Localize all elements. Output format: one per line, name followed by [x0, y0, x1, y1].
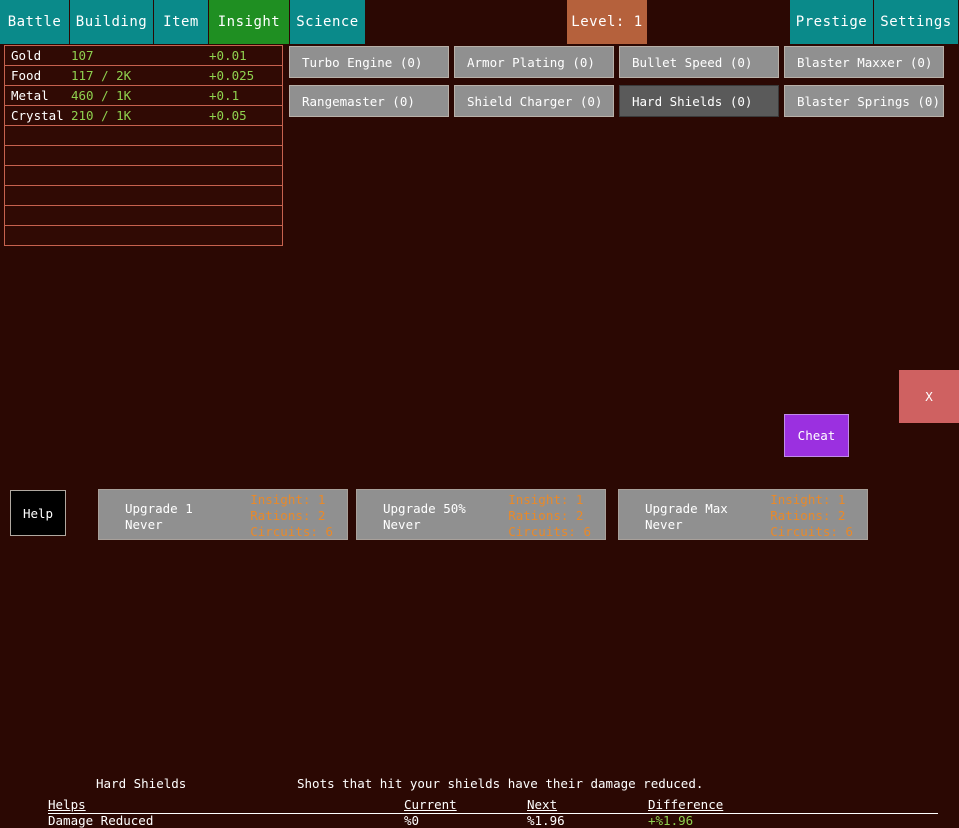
upgrade-cost-item: Rations: 2: [770, 508, 846, 523]
science-button-armor-plating[interactable]: Armor Plating (0): [454, 46, 614, 78]
resource-row: Gold 107 +0.01: [5, 46, 282, 66]
resource-name: Gold: [11, 48, 42, 63]
upgrade-cost-item: Circuits: 6: [770, 524, 853, 539]
resource-row: [5, 226, 282, 246]
upgrade-label-main: Upgrade 50%: [383, 501, 466, 516]
detail-divider: [48, 813, 938, 814]
resource-amount: 117 / 2K: [71, 68, 132, 83]
detail-header-difference: Difference: [648, 797, 724, 812]
resource-name: Crystal: [11, 108, 64, 123]
science-button-bullet-speed[interactable]: Bullet Speed (0): [619, 46, 779, 78]
science-button-blaster-maxxer[interactable]: Blaster Maxxer (0): [784, 46, 944, 78]
science-button-hard-shields[interactable]: Hard Shields (0): [619, 85, 779, 117]
detail-cell-current: %0: [404, 813, 420, 828]
detail-cell-next: %1.96: [527, 813, 565, 828]
top-tab-bar: Battle Building Item Insight Science Level: 1…: [0, 0, 959, 44]
upgrade-label: Upgrade 1 Never: [125, 501, 193, 533]
detail-cell-difference: +%1.96: [648, 813, 694, 828]
resource-amount: 107: [71, 48, 94, 63]
upgrade-cost-item: Rations: 2: [508, 508, 584, 523]
tab-battle[interactable]: Battle: [0, 0, 70, 44]
resource-row: [5, 126, 282, 146]
science-button-blaster-springs[interactable]: Blaster Springs (0): [784, 85, 944, 117]
upgrade-label-sub: Never: [645, 517, 683, 532]
science-button-turbo-engine[interactable]: Turbo Engine (0): [289, 46, 449, 78]
upgrade-button-upgrade-1[interactable]: Upgrade 1 Never Insight: 1 Rations: 2 Circui…: [98, 489, 348, 540]
upgrade-cost-item: Circuits: 6: [508, 524, 591, 539]
upgrade-cost-list: Insight: 1 Rations: 2 Circuits: 6: [508, 492, 591, 540]
upgrade-cost-item: Insight: 1: [770, 492, 846, 507]
level-indicator[interactable]: Level: 1: [567, 0, 647, 44]
upgrade-label: Upgrade 50% Never: [383, 501, 466, 533]
resource-row: [5, 206, 282, 226]
resource-row: Metal 460 / 1K +0.1: [5, 86, 282, 106]
resource-name: Food: [11, 68, 42, 83]
science-button-rangemaster[interactable]: Rangemaster (0): [289, 85, 449, 117]
upgrade-button-upgrade-50-[interactable]: Upgrade 50% Never Insight: 1 Rations: 2 Circ…: [356, 489, 606, 540]
upgrade-cost-item: Circuits: 6: [250, 524, 333, 539]
resource-row: [5, 186, 282, 206]
resource-row: [5, 146, 282, 166]
resource-amount: 460 / 1K: [71, 88, 132, 103]
science-button-shield-charger[interactable]: Shield Charger (0): [454, 85, 614, 117]
upgrade-label: Upgrade Max Never: [645, 501, 728, 533]
detail-title: Hard Shields: [96, 776, 187, 791]
resource-rate: +0.025: [209, 68, 255, 83]
detail-header-current: Current: [404, 797, 457, 812]
upgrade-label-main: Upgrade 1: [125, 501, 193, 516]
resource-name: Metal: [11, 88, 49, 103]
detail-header-helps: Helps: [48, 797, 86, 812]
tab-item[interactable]: Item: [154, 0, 209, 44]
upgrade-cost-item: Insight: 1: [250, 492, 326, 507]
detail-cell-helps: Damage Reduced: [48, 813, 154, 828]
detail-header-next: Next: [527, 797, 558, 812]
upgrade-button-upgrade-max[interactable]: Upgrade Max Never Insight: 1 Rations: 2 Circ…: [618, 489, 868, 540]
upgrade-cost-list: Insight: 1 Rations: 2 Circuits: 6: [770, 492, 853, 540]
tab-building[interactable]: Building: [70, 0, 154, 44]
upgrade-cost-item: Rations: 2: [250, 508, 326, 523]
upgrade-label-sub: Never: [383, 517, 421, 532]
resource-rate: +0.1: [209, 88, 240, 103]
resource-rate: +0.01: [209, 48, 247, 63]
resource-rate: +0.05: [209, 108, 247, 123]
upgrade-label-sub: Never: [125, 517, 163, 532]
upgrade-cost-item: Insight: 1: [508, 492, 584, 507]
upgrade-label-main: Upgrade Max: [645, 501, 728, 516]
resource-row: Crystal 210 / 1K +0.05: [5, 106, 282, 126]
game-screen: Battle Building Item Insight Science Level: 1…: [0, 0, 959, 828]
resource-amount: 210 / 1K: [71, 108, 132, 123]
help-button[interactable]: Help: [10, 490, 66, 536]
tab-settings[interactable]: Settings: [874, 0, 959, 44]
upgrade-cost-list: Insight: 1 Rations: 2 Circuits: 6: [250, 492, 333, 540]
tab-insight[interactable]: Insight: [209, 0, 290, 44]
close-button[interactable]: X: [899, 370, 959, 423]
detail-description: Shots that hit your shields have their d…: [297, 776, 704, 791]
resource-row: Food 117 / 2K +0.025: [5, 66, 282, 86]
resource-row: [5, 166, 282, 186]
resource-panel: Gold 107 +0.01 Food 117 / 2K +0.025 Metal 460 /…: [4, 45, 283, 246]
tab-prestige[interactable]: Prestige: [790, 0, 874, 44]
tab-science[interactable]: Science: [290, 0, 366, 44]
cheat-button[interactable]: Cheat: [784, 414, 849, 457]
